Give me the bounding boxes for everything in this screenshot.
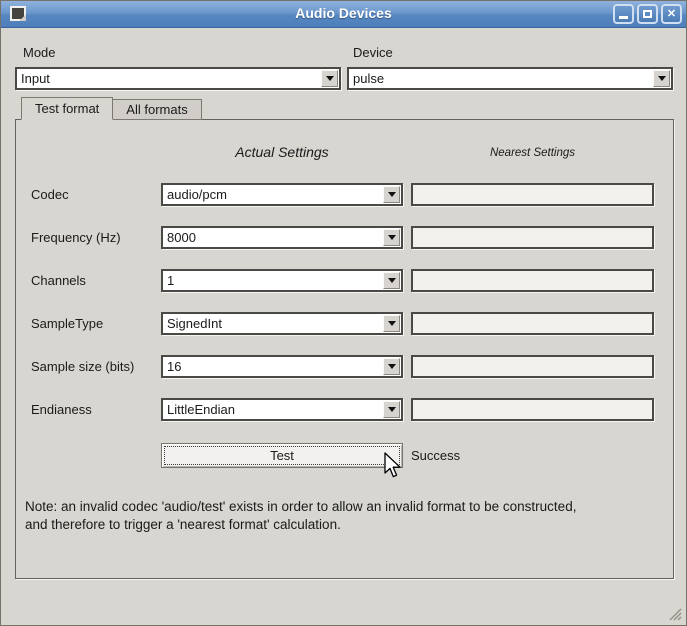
titlebar[interactable]: Audio Devices ✕ — [1, 1, 686, 28]
mode-label: Mode — [23, 45, 56, 60]
endianess-combobox[interactable]: LittleEndian — [161, 398, 403, 421]
samplesize-value: 16 — [163, 359, 382, 374]
channels-value: 1 — [163, 273, 382, 288]
endianess-value: LittleEndian — [163, 402, 382, 417]
sampletype-combobox[interactable]: SignedInt — [161, 312, 403, 335]
chevron-down-icon — [326, 76, 334, 81]
frequency-label: Frequency (Hz) — [31, 230, 121, 245]
minimize-icon — [619, 16, 628, 19]
tab-all-formats[interactable]: All formats — [113, 99, 201, 120]
tab-test-format[interactable]: Test format — [21, 97, 113, 120]
test-button[interactable]: Test — [161, 443, 403, 468]
sampletype-value: SignedInt — [163, 316, 382, 331]
device-value: pulse — [349, 71, 652, 86]
maximize-button[interactable] — [637, 4, 658, 24]
window-title: Audio Devices — [1, 5, 686, 21]
mode-value: Input — [17, 71, 320, 86]
close-icon: ✕ — [667, 9, 676, 20]
channels-combobox[interactable]: 1 — [161, 269, 403, 292]
note-text: Note: an invalid codec 'audio/test' exis… — [25, 498, 661, 534]
resize-grip[interactable] — [668, 607, 682, 621]
frequency-dropdown-button[interactable] — [383, 229, 400, 246]
nearest-settings-header: Nearest Settings — [411, 147, 654, 159]
chevron-down-icon — [388, 235, 396, 240]
endianess-label: Endianess — [31, 402, 92, 417]
minimize-button[interactable] — [613, 4, 634, 24]
sampletype-dropdown-button[interactable] — [383, 315, 400, 332]
frequency-nearest-field — [411, 226, 654, 249]
close-button[interactable]: ✕ — [661, 4, 682, 24]
chevron-down-icon — [388, 192, 396, 197]
samplesize-dropdown-button[interactable] — [383, 358, 400, 375]
channels-label: Channels — [31, 273, 86, 288]
maximize-icon — [643, 10, 652, 18]
samplesize-label: Sample size (bits) — [31, 359, 134, 374]
codec-combobox[interactable]: audio/pcm — [161, 183, 403, 206]
test-button-label: Test — [270, 448, 294, 463]
chevron-down-icon — [388, 321, 396, 326]
samplesize-nearest-field — [411, 355, 654, 378]
mode-combobox[interactable]: Input — [15, 67, 341, 90]
samplesize-combobox[interactable]: 16 — [161, 355, 403, 378]
device-dropdown-button[interactable] — [653, 70, 670, 87]
frequency-combobox[interactable]: 8000 — [161, 226, 403, 249]
format-tabs: Test format All formats — [21, 97, 202, 120]
test-format-pane: Actual Settings Nearest Settings Codec a… — [15, 119, 674, 579]
status-label: Success — [411, 443, 460, 468]
frequency-value: 8000 — [163, 230, 382, 245]
chevron-down-icon — [388, 364, 396, 369]
sampletype-label: SampleType — [31, 316, 103, 331]
codec-label: Codec — [31, 187, 69, 202]
mode-dropdown-button[interactable] — [321, 70, 338, 87]
endianess-nearest-field — [411, 398, 654, 421]
sampletype-nearest-field — [411, 312, 654, 335]
channels-nearest-field — [411, 269, 654, 292]
chevron-down-icon — [388, 407, 396, 412]
channels-dropdown-button[interactable] — [383, 272, 400, 289]
audio-devices-window: Audio Devices ✕ Mode Input Device pulse … — [0, 0, 687, 626]
codec-value: audio/pcm — [163, 187, 382, 202]
chevron-down-icon — [388, 278, 396, 283]
device-label: Device — [353, 45, 393, 60]
actual-settings-header: Actual Settings — [161, 144, 403, 160]
device-combobox[interactable]: pulse — [347, 67, 673, 90]
window-controls: ✕ — [613, 4, 682, 24]
chevron-down-icon — [658, 76, 666, 81]
codec-dropdown-button[interactable] — [383, 186, 400, 203]
codec-nearest-field — [411, 183, 654, 206]
endianess-dropdown-button[interactable] — [383, 401, 400, 418]
